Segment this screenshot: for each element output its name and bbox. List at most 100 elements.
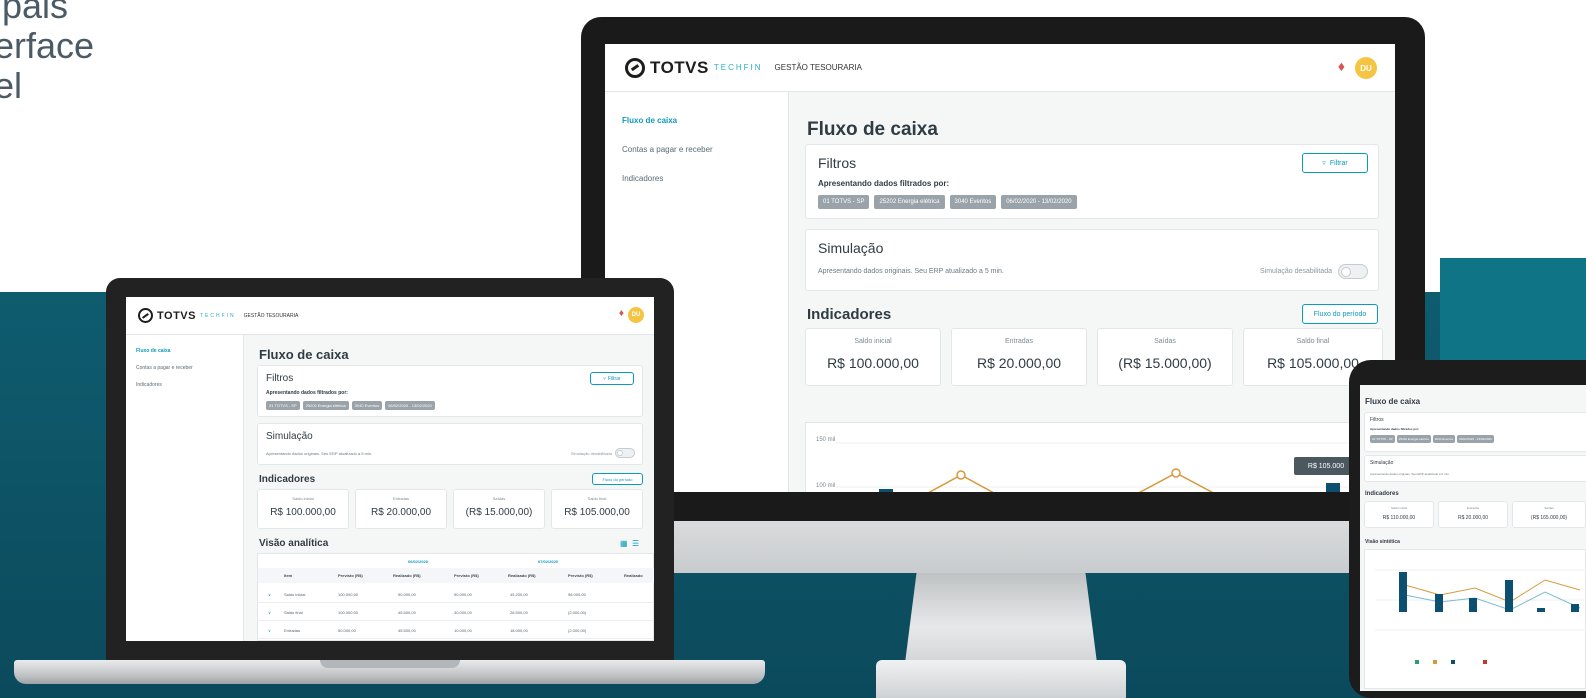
brand-name: TOTVS (650, 57, 709, 77)
synthetic-bar (1435, 594, 1443, 612)
filter-chip[interactable]: 01 TOTVS - SP (1370, 435, 1395, 443)
row-cell: 45.500,00 (398, 628, 416, 633)
chart-bar (879, 489, 893, 492)
indicator-value: R$ 110.000,00 (1382, 515, 1416, 521)
column-header[interactable]: Previsto (R$) (454, 573, 479, 578)
column-header[interactable]: Previsto (R$) (338, 573, 363, 578)
filter-funnel-icon: ▿ (1322, 160, 1326, 167)
filter-chip[interactable]: 01 TOTVS - SP (818, 195, 870, 209)
monitor-chin (581, 521, 1425, 573)
indicators-title: Indicadores (1365, 491, 1399, 497)
table-date-header: 06/02/2020 (408, 559, 429, 564)
simulation-toggle[interactable] (615, 448, 635, 458)
row-cell: 45.200,00 (510, 592, 528, 597)
fluxo-periodo-button[interactable]: Fluxo do período (1302, 304, 1378, 324)
notification-bell-icon[interactable]: ♦ (1338, 58, 1345, 74)
indicator-saldo-inicial: Saldo inicial R$ 100.000,00 (257, 489, 349, 529)
indicators-title: Indicadores (259, 474, 316, 485)
table-row[interactable]: ∨ Saldo final 100.000,00 45.500,00 30.00… (258, 605, 654, 621)
filters-subtitle: Apresentando dados filtrados por: (818, 179, 950, 188)
legend-swatch (1433, 660, 1437, 664)
synthetic-bar (1505, 580, 1513, 612)
filter-chip[interactable]: 06/02/2020 - 13/02/2020 (385, 401, 435, 410)
simulation-text: Apresentando dados originais. Seu ERP at… (266, 451, 373, 456)
laptop-notch (320, 660, 460, 668)
indicator-saldo-final: Saldo final R$ 105.000,00 (551, 489, 643, 529)
totvs-logo-icon (625, 57, 645, 78)
brand-suffix: TECHFIN (199, 312, 236, 319)
sidebar-item-contas[interactable]: Contas a pagar e receber (136, 365, 243, 382)
brand-suffix: TECHFIN (713, 63, 763, 72)
expand-chevron-icon[interactable]: ∨ (268, 628, 271, 633)
sidebar-item-indicadores[interactable]: Indicadores (136, 382, 243, 399)
row-label: Entradas (284, 628, 301, 633)
chart-view-icon[interactable]: ▦ (620, 539, 628, 548)
filter-button[interactable]: ▿ Filtrar (590, 372, 634, 385)
filter-chip[interactable]: 06/02/2020 - 13/02/2020 (1457, 435, 1494, 443)
indicator-value: (R$ 165.000,00) (1530, 515, 1568, 521)
synthetic-title: Visão sintética (1365, 539, 1400, 545)
expand-chevron-icon[interactable]: ∨ (268, 592, 271, 597)
simulation-card: Simulação Apresentando dados originais. … (257, 423, 643, 465)
headline-line-1: ipais (0, 0, 69, 26)
filters-title: Filtros (1370, 417, 1384, 423)
indicator-entradas: Entradas R$ 20.000,00 (951, 328, 1087, 386)
legend-swatch (1483, 660, 1487, 664)
indicators-title: Indicadores (807, 306, 892, 323)
synthetic-bar (1571, 604, 1579, 612)
filter-chip[interactable]: 3040 Eventos (351, 401, 383, 410)
app-header: TOTVS TECHFIN GESTÃO TESOURARIA ♦ DU (126, 297, 654, 335)
filter-chip[interactable]: 06/02/2020 - 13/02/2020 (1001, 195, 1077, 209)
row-cell: 90.000,00 (454, 592, 472, 597)
indicator-label: Entradas (392, 496, 409, 501)
filter-chip[interactable]: 3040 Eventos (949, 195, 997, 209)
simulation-text: Apresentando dados originais. Seu ERP at… (818, 268, 1004, 275)
user-avatar[interactable]: DU (628, 307, 644, 323)
fluxo-periodo-button[interactable]: Fluxo do período (592, 473, 643, 485)
indicator-label: Entradas (1466, 506, 1479, 510)
column-header[interactable]: Previsto (R$) (568, 573, 593, 578)
indicator-label: Entradas (1004, 338, 1034, 345)
filter-chip[interactable]: 01 TOTVS - SP (266, 401, 300, 410)
column-header[interactable]: Realizado (R$) (393, 573, 421, 578)
simulation-toggle[interactable] (1338, 264, 1368, 279)
indicator-label: Saldo inicial (292, 496, 314, 501)
sidebar-item-contas[interactable]: Contas a pagar e receber (622, 145, 788, 174)
table-row[interactable]: ∨ Entradas 50.000,00 45.500,00 10.000,00… (258, 623, 654, 639)
filters-subtitle: Apresentando dados filtrados por: (266, 390, 348, 396)
filter-chip[interactable]: 25202 Energia elétrica (302, 401, 349, 410)
headline-line-2: erface (0, 25, 95, 66)
filter-chip[interactable]: 25202 Energia elétrica (1396, 435, 1431, 443)
expand-chevron-icon[interactable]: ∨ (268, 610, 271, 615)
indicator-value: R$ 20.000,00 (1457, 515, 1489, 521)
filter-button[interactable]: ▿ Filtrar (1302, 153, 1368, 173)
module-name: GESTÃO TESOURARIA (243, 312, 299, 319)
monitor-stand-foot (876, 660, 1126, 698)
sidebar-item-fluxo-de-caixa[interactable]: Fluxo de caixa (622, 116, 788, 145)
filter-funnel-icon: ▿ (603, 375, 606, 382)
row-cell: 28.500,00 (510, 610, 528, 615)
table-view-icon[interactable]: ☰ (632, 539, 639, 548)
indicator-label: Saldo final (587, 496, 607, 501)
indicator-saidas: Saídas (R$ 165.000,00) (1512, 501, 1586, 528)
user-avatar[interactable]: DU (1355, 57, 1377, 79)
filter-chip[interactable]: 25202 Energia elétrica (874, 195, 945, 209)
indicator-entradas: Entradas R$ 20.000,00 (355, 489, 447, 529)
sidebar-item-indicadores[interactable]: Indicadores (622, 174, 788, 203)
column-header[interactable]: Item (284, 573, 292, 578)
sidebar-item-fluxo-de-caixa[interactable]: Fluxo de caixa (136, 348, 243, 365)
simulation-title: Simulação (1370, 460, 1394, 466)
notification-bell-icon[interactable]: ♦ (619, 308, 624, 319)
simulation-card: Simulação Apresentando dados originais. … (805, 229, 1379, 291)
column-header[interactable]: Realizado (624, 573, 643, 578)
chart-bar (1326, 483, 1340, 492)
filters-card: Filtros ▿ Filtrar Apresentando dados fil… (805, 144, 1379, 219)
monitor-stand-neck (905, 573, 1097, 663)
column-header[interactable]: Realizado (R$) (508, 573, 536, 578)
filter-chip[interactable]: 3040 Eventos (1432, 435, 1456, 443)
table-header-row: Item Previsto (R$) Realizado (R$) Previs… (258, 568, 654, 583)
row-cell: 100.000,00 (338, 592, 359, 597)
simulation-title: Simulação (266, 431, 313, 442)
row-cell: 100.000,00 (338, 610, 359, 615)
table-row[interactable]: ∨ Saldo inicial 100.000,00 90.000,00 90.… (258, 587, 654, 603)
